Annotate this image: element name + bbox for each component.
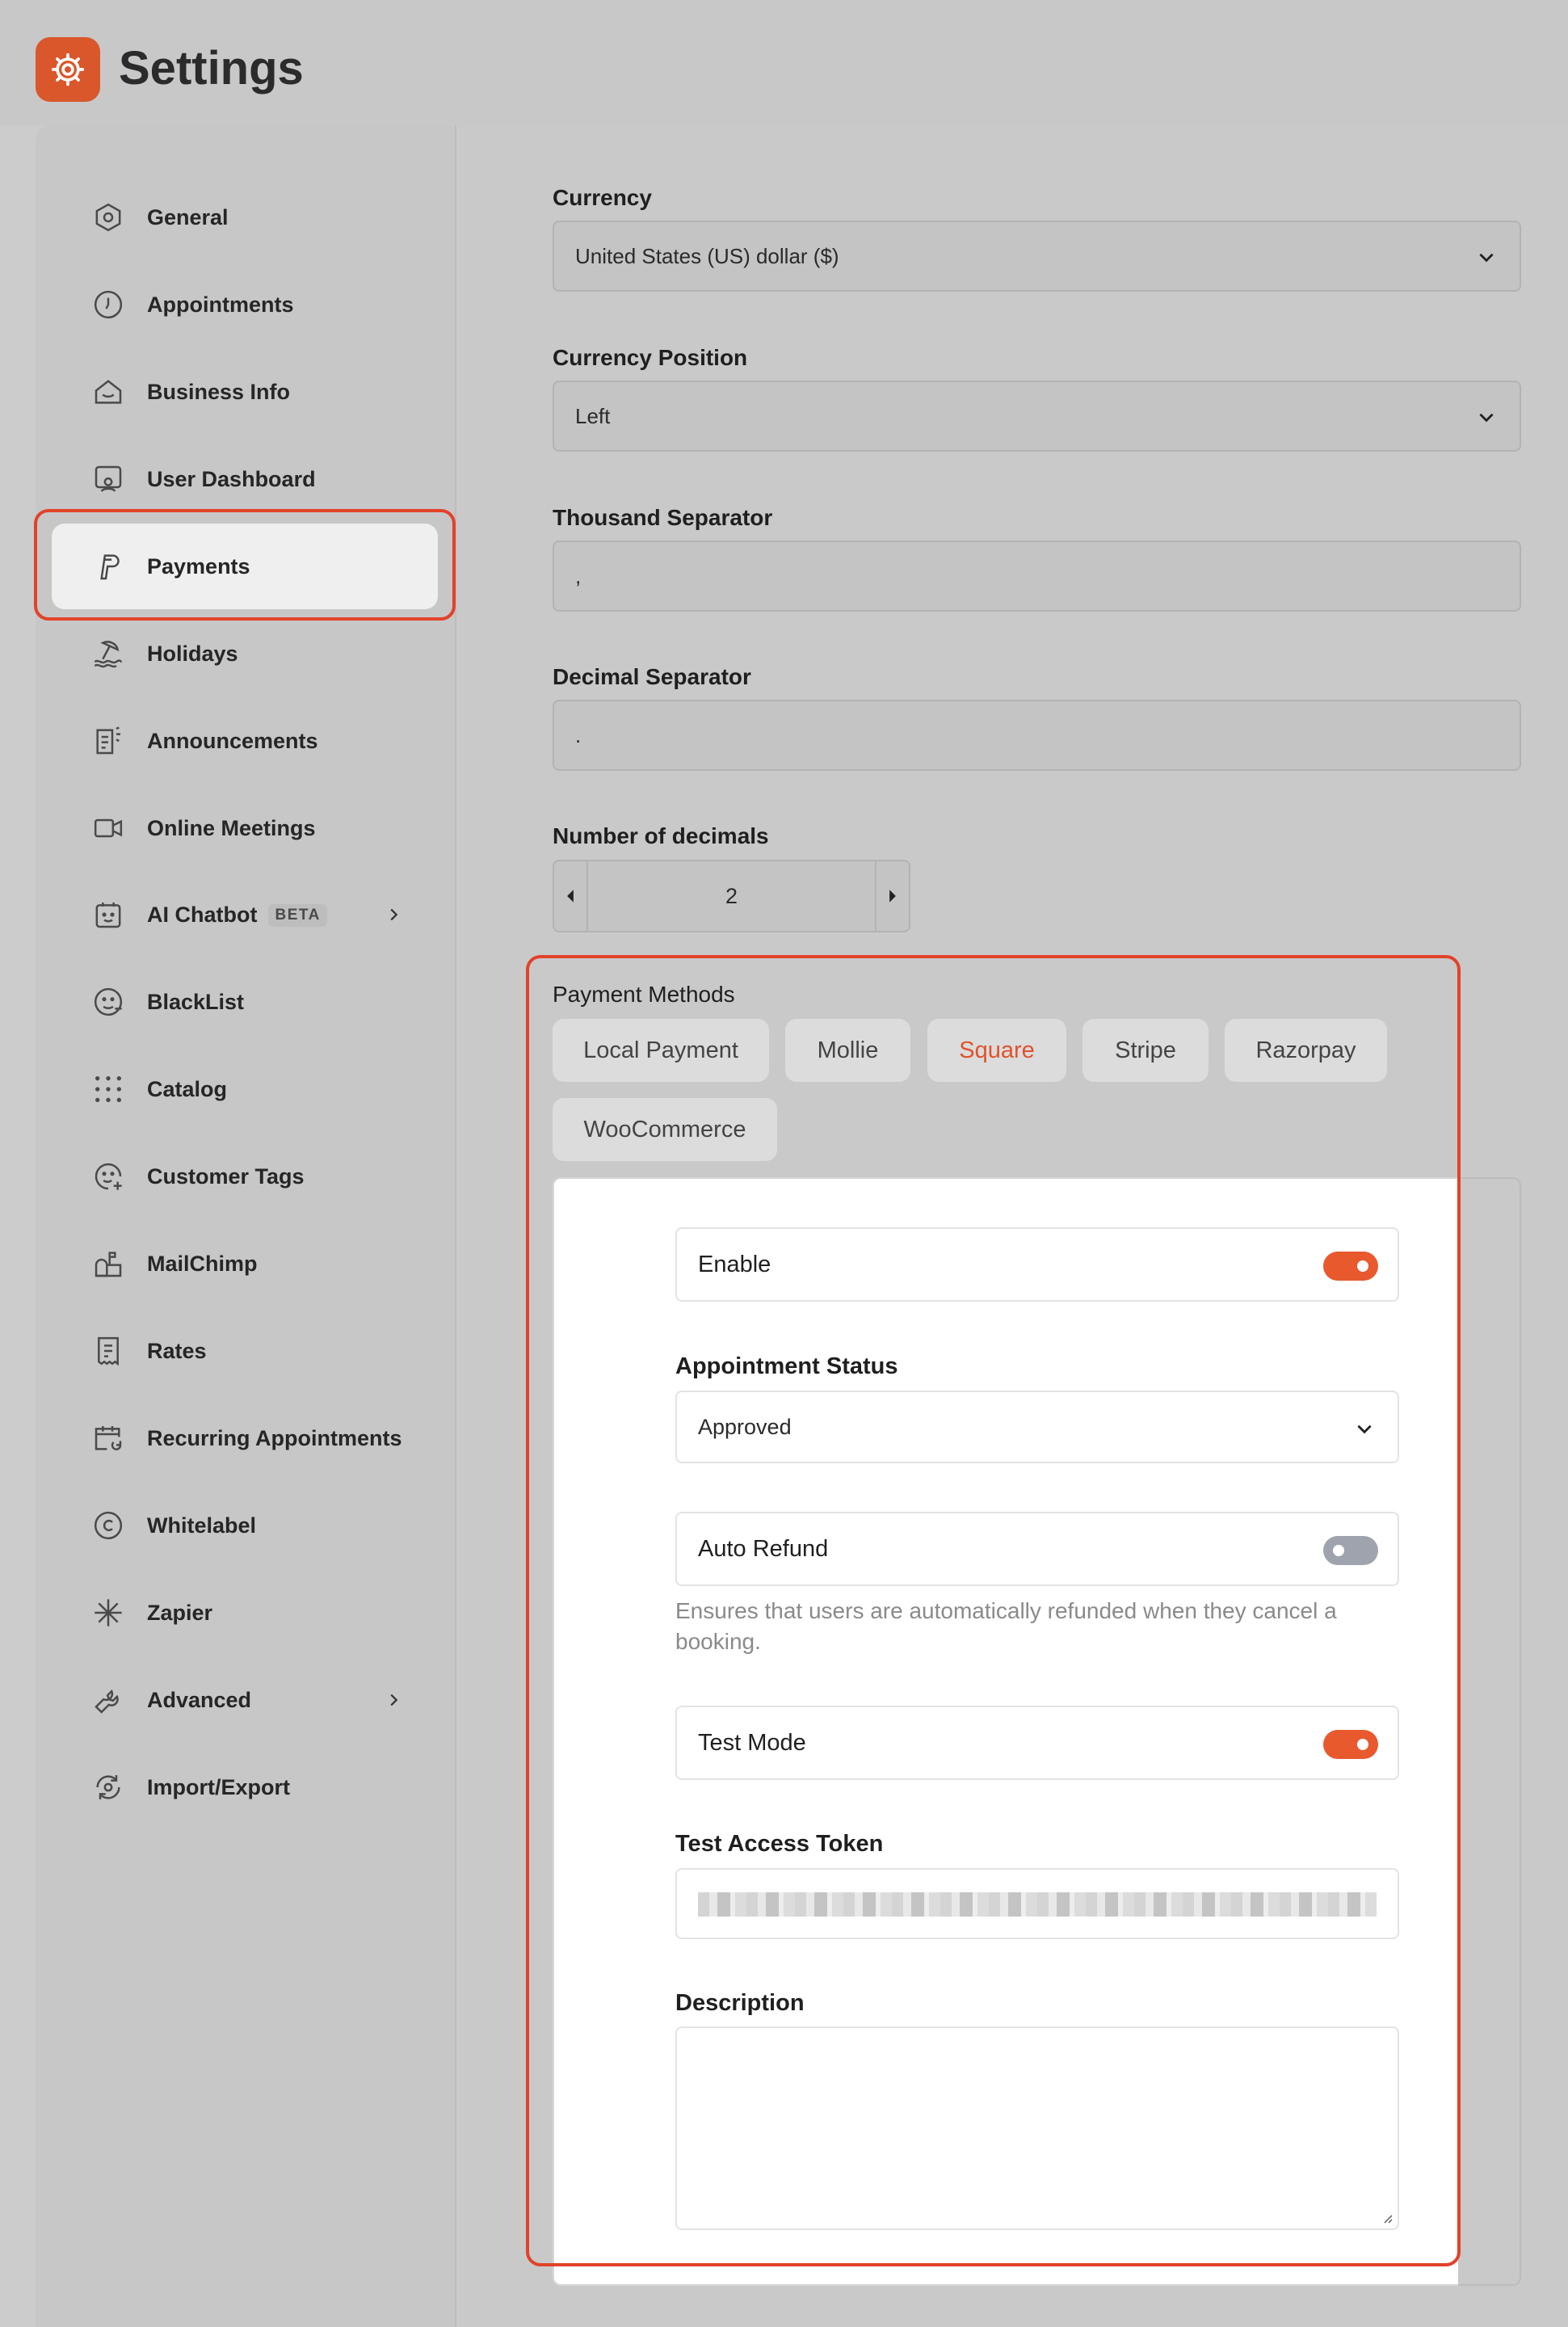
sidebar-item-label: Recurring Appointments	[147, 1425, 402, 1450]
sidebar-item-label: Customer Tags	[147, 1164, 305, 1189]
receipt-icon	[92, 1335, 124, 1367]
beta-badge: BETA	[268, 903, 327, 927]
sidebar-item-label: Announcements	[147, 728, 318, 753]
currency-position-select[interactable]: Left	[553, 381, 1521, 452]
sidebar-item-import-export[interactable]: Import/Export	[52, 1744, 438, 1830]
clock-icon	[92, 288, 124, 321]
caret-right-icon	[889, 890, 896, 903]
sidebar-item-label: Zapier	[147, 1600, 213, 1625]
sidebar-item-label: MailChimp	[147, 1251, 258, 1276]
sidebar-item-catalog[interactable]: Catalog	[52, 1046, 438, 1132]
caret-left-icon	[567, 890, 574, 903]
sidebar-item-general[interactable]: General	[52, 175, 438, 260]
sidebar-item-announcements[interactable]: Announcements	[52, 698, 438, 784]
face-icon	[92, 986, 124, 1018]
payments-highlight	[34, 509, 456, 621]
sidebar-item-ai-chatbot[interactable]: AI Chatbot BETA	[52, 872, 438, 957]
sidebar-item-label: AI Chatbot BETA	[147, 903, 327, 928]
asterisk-icon	[92, 1597, 124, 1629]
grid-dots-icon	[92, 1073, 124, 1105]
sidebar-item-label: Online Meetings	[147, 815, 316, 840]
announcement-icon	[92, 725, 124, 757]
sidebar-item-label: Holidays	[147, 641, 238, 666]
home-icon	[92, 376, 124, 408]
thousand-separator-value: ,	[575, 563, 582, 588]
sync-icon	[92, 1771, 124, 1803]
decimal-separator-input[interactable]: .	[553, 700, 1521, 771]
face-plus-icon	[92, 1160, 124, 1193]
decimals-value[interactable]: 2	[586, 861, 876, 931]
sidebar-item-blacklist[interactable]: BlackList	[52, 959, 438, 1045]
sidebar-item-customer-tags[interactable]: Customer Tags	[52, 1134, 438, 1219]
sidebar-item-mailchimp[interactable]: MailChimp	[52, 1221, 438, 1307]
decimals-stepper[interactable]: 2	[553, 860, 910, 932]
currency-label: Currency	[553, 185, 652, 210]
video-icon	[92, 812, 124, 844]
mailbox-icon	[92, 1248, 124, 1280]
currency-select[interactable]: United States (US) dollar ($)	[553, 221, 1521, 292]
currency-position-value: Left	[575, 403, 611, 428]
sidebar-item-label: Whitelabel	[147, 1513, 257, 1538]
sidebar-item-recurring-appointments[interactable]: Recurring Appointments	[52, 1395, 438, 1481]
sidebar-item-label: Import/Export	[147, 1774, 291, 1799]
sidebar-item-advanced[interactable]: Advanced	[52, 1657, 438, 1743]
bot-icon	[92, 898, 124, 931]
sidebar-item-label: Rates	[147, 1338, 207, 1363]
beach-icon	[92, 638, 124, 670]
sidebar-item-holidays[interactable]: Holidays	[52, 611, 438, 696]
copyright-icon	[92, 1509, 124, 1542]
sidebar-item-label: Catalog	[147, 1076, 228, 1101]
sidebar-item-label: BlackList	[147, 989, 245, 1014]
decimals-label: Number of decimals	[553, 823, 769, 848]
sidebar-item-label: General	[147, 204, 229, 229]
gear-icon	[51, 53, 85, 86]
sidebar-item-label: User Dashboard	[147, 466, 316, 491]
chevron-down-icon	[1474, 405, 1499, 429]
currency-position-label: Currency Position	[553, 345, 748, 370]
decimal-separator-value: .	[575, 722, 582, 747]
page-title: Settings	[119, 42, 304, 95]
thousand-separator-input[interactable]: ,	[553, 541, 1521, 612]
sidebar-item-online-meetings[interactable]: Online Meetings	[52, 785, 438, 871]
sidebar-item-appointments[interactable]: Appointments	[52, 262, 438, 347]
sidebar-item-whitelabel[interactable]: Whitelabel	[52, 1483, 438, 1568]
chevron-down-icon	[1474, 245, 1499, 269]
payment-methods-highlight	[526, 955, 1461, 2266]
sidebar-item-label: Appointments	[147, 292, 294, 317]
card-overflow-edge	[1458, 1177, 1521, 2286]
increment-button[interactable]	[875, 861, 909, 931]
sidebar-item-business-info[interactable]: Business Info	[52, 349, 438, 435]
currency-value: United States (US) dollar ($)	[575, 243, 839, 268]
chevron-right-icon	[381, 903, 406, 927]
chevron-right-icon	[381, 1688, 406, 1712]
hexagon-icon	[92, 201, 124, 234]
user-screen-icon	[92, 463, 124, 495]
sidebar-item-zapier[interactable]: Zapier	[52, 1570, 438, 1656]
ai-chatbot-label: AI Chatbot	[147, 902, 258, 927]
sidebar-item-rates[interactable]: Rates	[52, 1308, 438, 1394]
wrench-icon	[92, 1684, 124, 1716]
thousand-separator-label: Thousand Separator	[553, 505, 773, 530]
sidebar-item-label: Business Info	[147, 379, 291, 404]
decimal-separator-label: Decimal Separator	[553, 664, 751, 689]
decrement-button[interactable]	[554, 861, 588, 931]
sidebar-item-label: Advanced	[147, 1687, 252, 1712]
app-logo	[36, 37, 100, 102]
calendar-repeat-icon	[92, 1422, 124, 1454]
